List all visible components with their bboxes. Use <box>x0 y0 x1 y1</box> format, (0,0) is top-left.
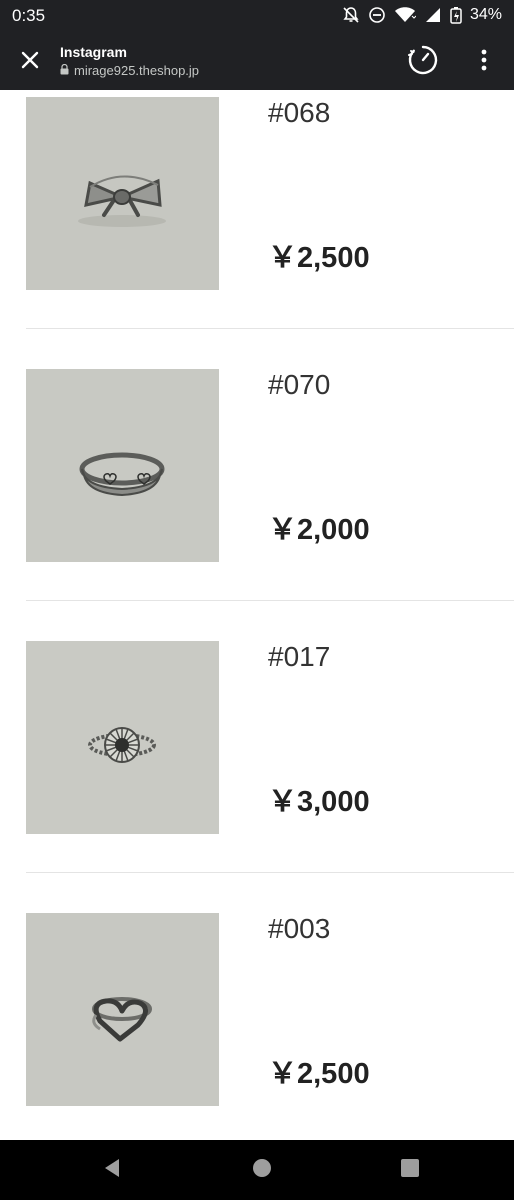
product-item[interactable]: #068 ￥2,500 <box>0 90 514 329</box>
status-icons: 34% <box>342 6 502 24</box>
product-photo-heart-band-ring[interactable] <box>26 369 219 562</box>
close-button[interactable] <box>14 46 46 78</box>
product-price: ￥2,000 <box>268 514 370 546</box>
home-icon <box>252 1158 272 1183</box>
wifi-icon <box>394 6 416 24</box>
product-list: #068 ￥2,500 #070 ￥2,000 #017 ￥3,000 #003… <box>0 90 514 1140</box>
do-not-disturb-icon <box>368 6 386 24</box>
product-item[interactable]: #003 ￥2,500 <box>0 848 514 1120</box>
product-price: ￥2,500 <box>268 1058 370 1090</box>
product-item[interactable]: #070 ￥2,000 <box>0 304 514 601</box>
product-code: #068 <box>268 97 331 128</box>
speed-gauge-icon <box>407 44 439 81</box>
product-code: #070 <box>268 369 331 400</box>
recents-button[interactable] <box>394 1154 426 1186</box>
status-time: 0:35 <box>12 6 46 25</box>
lock-icon <box>60 63 69 78</box>
product-price: ￥3,000 <box>268 786 370 818</box>
product-item[interactable]: #017 ￥3,000 <box>0 576 514 873</box>
speed-gauge-button[interactable] <box>406 45 440 79</box>
product-price: ￥2,500 <box>268 242 370 274</box>
signal-icon <box>424 6 442 24</box>
product-code: #017 <box>268 641 331 672</box>
back-icon <box>102 1157 122 1184</box>
recents-icon <box>400 1158 420 1183</box>
navigation-bar <box>0 1140 514 1200</box>
more-vert-icon <box>481 49 487 76</box>
battery-percent: 34% <box>469 6 502 23</box>
more-options-button[interactable] <box>470 45 498 79</box>
back-button[interactable] <box>96 1154 128 1186</box>
product-photo-open-heart-ring[interactable] <box>26 913 219 1106</box>
home-button[interactable] <box>246 1154 278 1186</box>
product-code: #003 <box>268 913 331 944</box>
url-text: mirage925.theshop.jp <box>74 63 200 78</box>
page-title: Instagram <box>60 44 127 60</box>
url-bar[interactable]: mirage925.theshop.jp <box>60 63 199 78</box>
notifications-off-icon <box>342 6 360 24</box>
product-photo-bow-ring[interactable] <box>26 97 219 290</box>
browser-toolbar: Instagram mirage925.theshop.jp <box>0 34 514 90</box>
product-photo-daisy-ring[interactable] <box>26 641 219 834</box>
status-bar: 0:35 34% <box>0 0 514 34</box>
close-icon <box>20 50 40 75</box>
battery-charging-icon <box>450 6 462 24</box>
